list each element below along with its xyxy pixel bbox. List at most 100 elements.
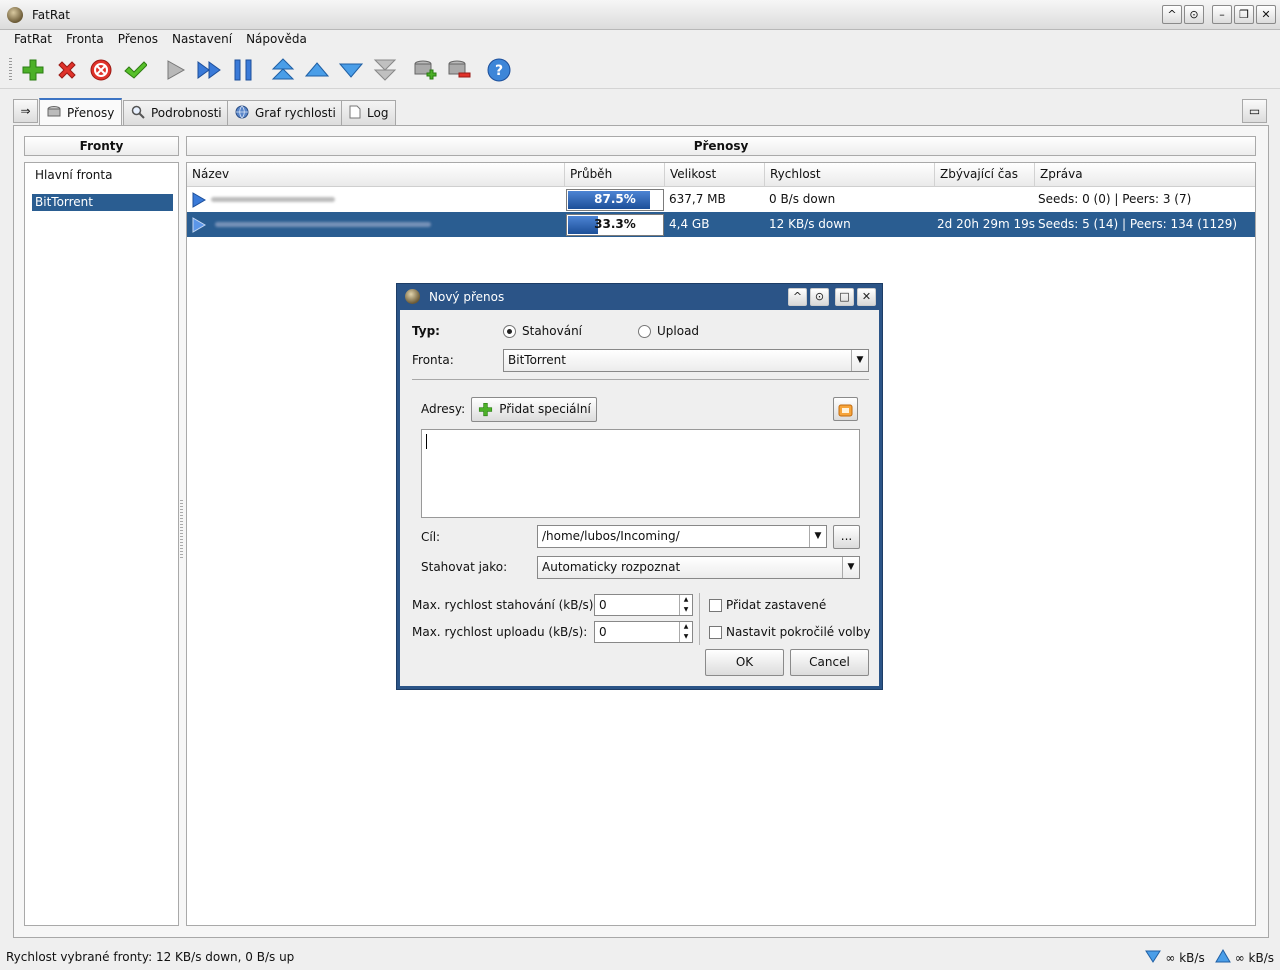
column-header-message[interactable]: Zpráva — [1035, 163, 1255, 187]
remove-queue-icon[interactable] — [446, 57, 472, 83]
menu-prenos[interactable]: Přenos — [111, 30, 165, 51]
browse-button[interactable]: ... — [833, 525, 860, 549]
tab-speed-graph[interactable]: Graf rychlosti — [227, 100, 344, 125]
menu-nastaveni[interactable]: Nastavení — [165, 30, 239, 51]
new-transfer-dialog: Nový přenos ^ ⊙ □ ✕ Typ: Stahování Uploa… — [396, 283, 883, 690]
column-header-name[interactable]: Název — [187, 163, 565, 187]
advanced-options-label[interactable]: Nastavit pokročilé volby — [726, 625, 870, 639]
table-row[interactable]: 87.5% 637,7 MB 0 B/s down Seeds: 0 (0) |… — [187, 187, 1255, 212]
window-titlebar: FatRat ^ ⊙ – ❐ ✕ — [0, 0, 1280, 30]
spin-arrows-icon[interactable]: ▲ ▼ — [679, 595, 692, 615]
tab-speed-graph-label: Graf rychlosti — [255, 106, 336, 120]
move-up-icon[interactable] — [304, 57, 330, 83]
add-icon[interactable] — [20, 57, 46, 83]
max-upload-label: Max. rychlost uploadu (kB/s): — [412, 625, 588, 639]
tab-log[interactable]: Log — [341, 100, 397, 125]
add-icon — [478, 402, 493, 425]
type-upload-radio[interactable] — [638, 325, 651, 338]
move-top-icon[interactable] — [270, 57, 296, 83]
close-tab-icon[interactable]: ▭ — [1242, 99, 1267, 123]
transfer-size: 637,7 MB — [669, 192, 726, 206]
splitter-handle[interactable] — [180, 500, 183, 560]
column-header-eta[interactable]: Zbývající čas — [935, 163, 1035, 187]
open-file-button[interactable] — [833, 397, 858, 421]
queue-item-main[interactable]: Hlavní fronta — [32, 167, 173, 184]
menu-fronta[interactable]: Fronta — [59, 30, 111, 51]
app-icon — [7, 7, 23, 23]
addresses-label: Adresy: — [421, 402, 466, 416]
dialog-close-button[interactable]: ✕ — [857, 288, 876, 306]
toolbar-grip[interactable] — [9, 58, 12, 82]
menu-fatrat[interactable]: FatRat — [7, 30, 59, 51]
column-header-size[interactable]: Velikost — [665, 163, 765, 187]
upload-limit-value[interactable]: ∞ kB/s — [1235, 951, 1274, 965]
transfer-message: Seeds: 5 (14) | Peers: 134 (1129) — [1038, 217, 1238, 231]
dialog-shade-button[interactable]: ^ — [788, 288, 807, 306]
column-header-speed[interactable]: Rychlost — [765, 163, 935, 187]
download-limit-icon[interactable] — [1145, 949, 1162, 966]
queue-select-value: BitTorrent — [508, 353, 566, 367]
globe-icon — [235, 105, 249, 122]
add-paused-label[interactable]: Přidat zastavené — [726, 598, 826, 612]
ok-button[interactable]: OK — [705, 649, 784, 676]
resume-all-icon[interactable] — [122, 57, 148, 83]
tab-details[interactable]: Podrobnosti — [123, 100, 230, 125]
add-paused-checkbox[interactable] — [709, 599, 722, 612]
move-bottom-icon[interactable] — [372, 57, 398, 83]
download-limit-value[interactable]: ∞ kB/s — [1165, 951, 1204, 965]
window-controls: ^ ⊙ – ❐ ✕ — [1162, 5, 1276, 24]
maximize-window-button[interactable]: ❐ — [1234, 5, 1254, 24]
download-as-select[interactable]: Automaticky rozpoznat ▼ — [537, 556, 860, 579]
minimize-window-button[interactable]: – — [1212, 5, 1232, 24]
dialog-title: Nový přenos — [429, 290, 505, 304]
menu-napoveda[interactable]: Nápověda — [239, 30, 314, 51]
type-download-label[interactable]: Stahování — [522, 324, 582, 338]
destination-combo[interactable]: /home/lubos/Incoming/ ▼ — [537, 525, 827, 548]
add-special-button[interactable]: Přidat speciální — [471, 397, 597, 422]
max-upload-spinbox[interactable]: 0 ▲ ▼ — [594, 621, 693, 643]
dialog-sticky-button[interactable]: ⊙ — [810, 288, 829, 306]
type-label: Typ: — [412, 324, 440, 338]
upload-limit-icon[interactable] — [1214, 949, 1231, 966]
text-cursor — [426, 434, 427, 449]
type-download-radio[interactable] — [503, 325, 516, 338]
dialog-maximize-button[interactable]: □ — [835, 288, 854, 306]
queue-select[interactable]: BitTorrent ▼ — [503, 349, 869, 372]
cancel-button[interactable]: Cancel — [790, 649, 869, 676]
addresses-textarea[interactable] — [421, 429, 860, 518]
queue-label: Fronta: — [412, 353, 454, 367]
max-upload-value: 0 — [599, 625, 607, 639]
column-header-progress[interactable]: Průběh — [565, 163, 665, 187]
pause-icon[interactable] — [230, 57, 256, 83]
add-special-label: Přidat speciální — [499, 402, 591, 416]
status-text: Rychlost vybrané fronty: 12 KB/s down, 0… — [6, 950, 295, 964]
delete-with-data-icon[interactable] — [88, 57, 114, 83]
advanced-options-checkbox[interactable] — [709, 626, 722, 639]
move-down-icon[interactable] — [338, 57, 364, 83]
spin-arrows-icon[interactable]: ▲ ▼ — [679, 622, 692, 642]
max-download-label: Max. rychlost stahování (kB/s): — [412, 598, 598, 612]
svg-text:?: ? — [495, 63, 503, 79]
window-title: FatRat — [32, 8, 70, 22]
help-icon[interactable]: ? — [486, 57, 512, 83]
table-row[interactable]: 33.3% 4,4 GB 12 KB/s down 2d 20h 29m 19s… — [187, 212, 1255, 237]
tab-transfers[interactable]: Přenosy — [39, 98, 123, 126]
transfer-speed: 0 B/s down — [769, 192, 836, 206]
add-queue-icon[interactable] — [412, 57, 438, 83]
close-window-button[interactable]: ✕ — [1256, 5, 1276, 24]
tab-strip: ⇒ Přenosy Podrobnosti Graf rychlosti Log… — [0, 98, 1280, 126]
progress-label: 87.5% — [594, 192, 636, 206]
max-download-spinbox[interactable]: 0 ▲ ▼ — [594, 594, 693, 616]
delete-icon[interactable] — [54, 57, 80, 83]
statusbar: Rychlost vybrané fronty: 12 KB/s down, 0… — [0, 944, 1280, 970]
transfers-header: Přenosy — [186, 136, 1256, 156]
sticky-window-button[interactable]: ⊙ — [1184, 5, 1204, 24]
dialog-titlebar[interactable]: Nový přenos ^ ⊙ □ ✕ — [397, 284, 882, 310]
resume-icon[interactable] — [162, 57, 188, 83]
type-upload-label[interactable]: Upload — [657, 324, 699, 338]
queue-item-bittorrent[interactable]: BitTorrent — [32, 194, 173, 211]
force-resume-icon[interactable] — [196, 57, 222, 83]
progress-bar: 87.5% — [566, 189, 664, 211]
shade-window-button[interactable]: ^ — [1162, 5, 1182, 24]
transfer-direction-icon[interactable]: ⇒ — [13, 99, 38, 123]
